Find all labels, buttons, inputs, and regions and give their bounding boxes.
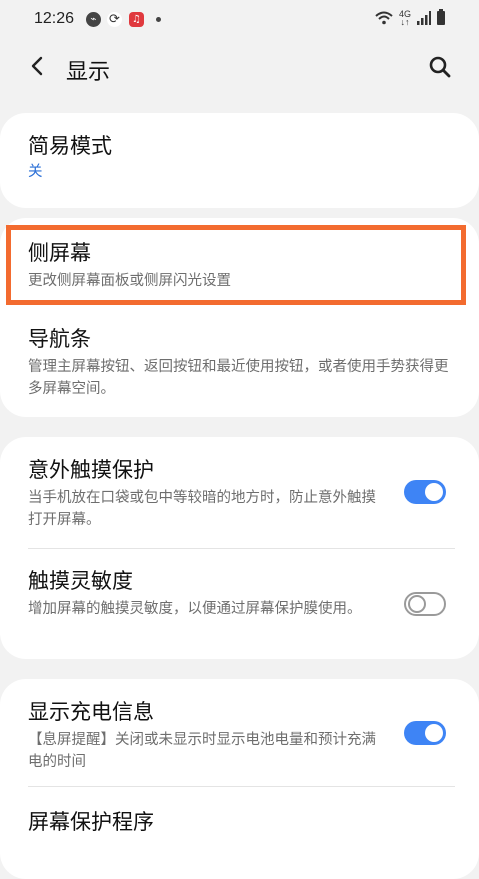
setting-accidental-touch-protection[interactable]: 意外触摸保护 当手机放在口袋或包中等较暗的地方时，防止意外触摸打开屏幕。 (28, 455, 389, 531)
toggle-knob (425, 724, 443, 742)
status-time: 12:26 (34, 10, 75, 27)
search-icon[interactable] (427, 54, 453, 80)
more-notifications-dot (156, 17, 161, 22)
app-header: 显示 (0, 40, 479, 100)
setting-description: 当手机放在口袋或包中等较暗的地方时，防止意外触摸打开屏幕。 (28, 490, 376, 528)
divider (28, 548, 455, 549)
setting-title: 简易模式 (28, 134, 112, 158)
charging-info-toggle[interactable] (404, 721, 446, 745)
setting-title: 显示充电信息 (28, 700, 154, 724)
setting-charging-info[interactable]: 显示充电信息 【息屏提醒】关闭或未显示时显示电池电量和预计充满电的时间 (28, 697, 389, 773)
setting-description: 【息屏提醒】关闭或未显示时显示电池电量和预计充满电的时间 (28, 732, 376, 770)
music-app-icon: ♫ (129, 12, 144, 27)
highlight-box (6, 225, 466, 305)
setting-screen-saver[interactable]: 屏幕保护程序 (28, 807, 455, 837)
setting-title: 导航条 (28, 327, 91, 351)
signal-icon (417, 11, 431, 25)
setting-easy-mode[interactable]: 简易模式 关 (28, 131, 455, 183)
status-right-icons: 4G ↓↑ (375, 9, 445, 27)
toggle-knob (408, 595, 426, 613)
setting-value: 关 (28, 164, 43, 180)
network-type-label: 4G ↓↑ (398, 9, 411, 27)
back-arrow-icon[interactable] (24, 52, 52, 80)
setting-description: 增加屏幕的触摸灵敏度，以便通过屏幕保护膜使用。 (28, 601, 362, 617)
settings-card-easy-mode: 简易模式 关 (0, 113, 479, 208)
setting-navigation-bar[interactable]: 导航条 管理主屏幕按钮、返回按钮和最近使用按钮，或者使用手势获得更多屏幕空间。 (28, 324, 455, 400)
app-icon-1: ⌁ (86, 12, 101, 27)
setting-touch-sensitivity[interactable]: 触摸灵敏度 增加屏幕的触摸灵敏度，以便通过屏幕保护膜使用。 (28, 566, 389, 620)
sync-icon: ⟳ (107, 12, 122, 27)
status-bar: 12:26 ⌁ ⟳ ♫ 4G ↓↑ (0, 0, 479, 40)
setting-description: 管理主屏幕按钮、返回按钮和最近使用按钮，或者使用手势获得更多屏幕空间。 (28, 359, 449, 397)
setting-title: 屏幕保护程序 (28, 810, 154, 834)
setting-title: 意外触摸保护 (28, 458, 154, 482)
setting-title: 触摸灵敏度 (28, 569, 133, 593)
wifi-icon (375, 11, 393, 25)
touch-sensitivity-toggle[interactable] (404, 592, 446, 616)
settings-card-touch: 意外触摸保护 当手机放在口袋或包中等较暗的地方时，防止意外触摸打开屏幕。 触摸灵… (0, 437, 479, 659)
divider (28, 786, 455, 787)
page-title: 显示 (66, 60, 111, 85)
toggle-knob (425, 483, 443, 501)
battery-icon (437, 9, 445, 25)
settings-card-charging: 显示充电信息 【息屏提醒】关闭或未显示时显示电池电量和预计充满电的时间 屏幕保护… (0, 679, 479, 879)
accidental-touch-toggle[interactable] (404, 480, 446, 504)
